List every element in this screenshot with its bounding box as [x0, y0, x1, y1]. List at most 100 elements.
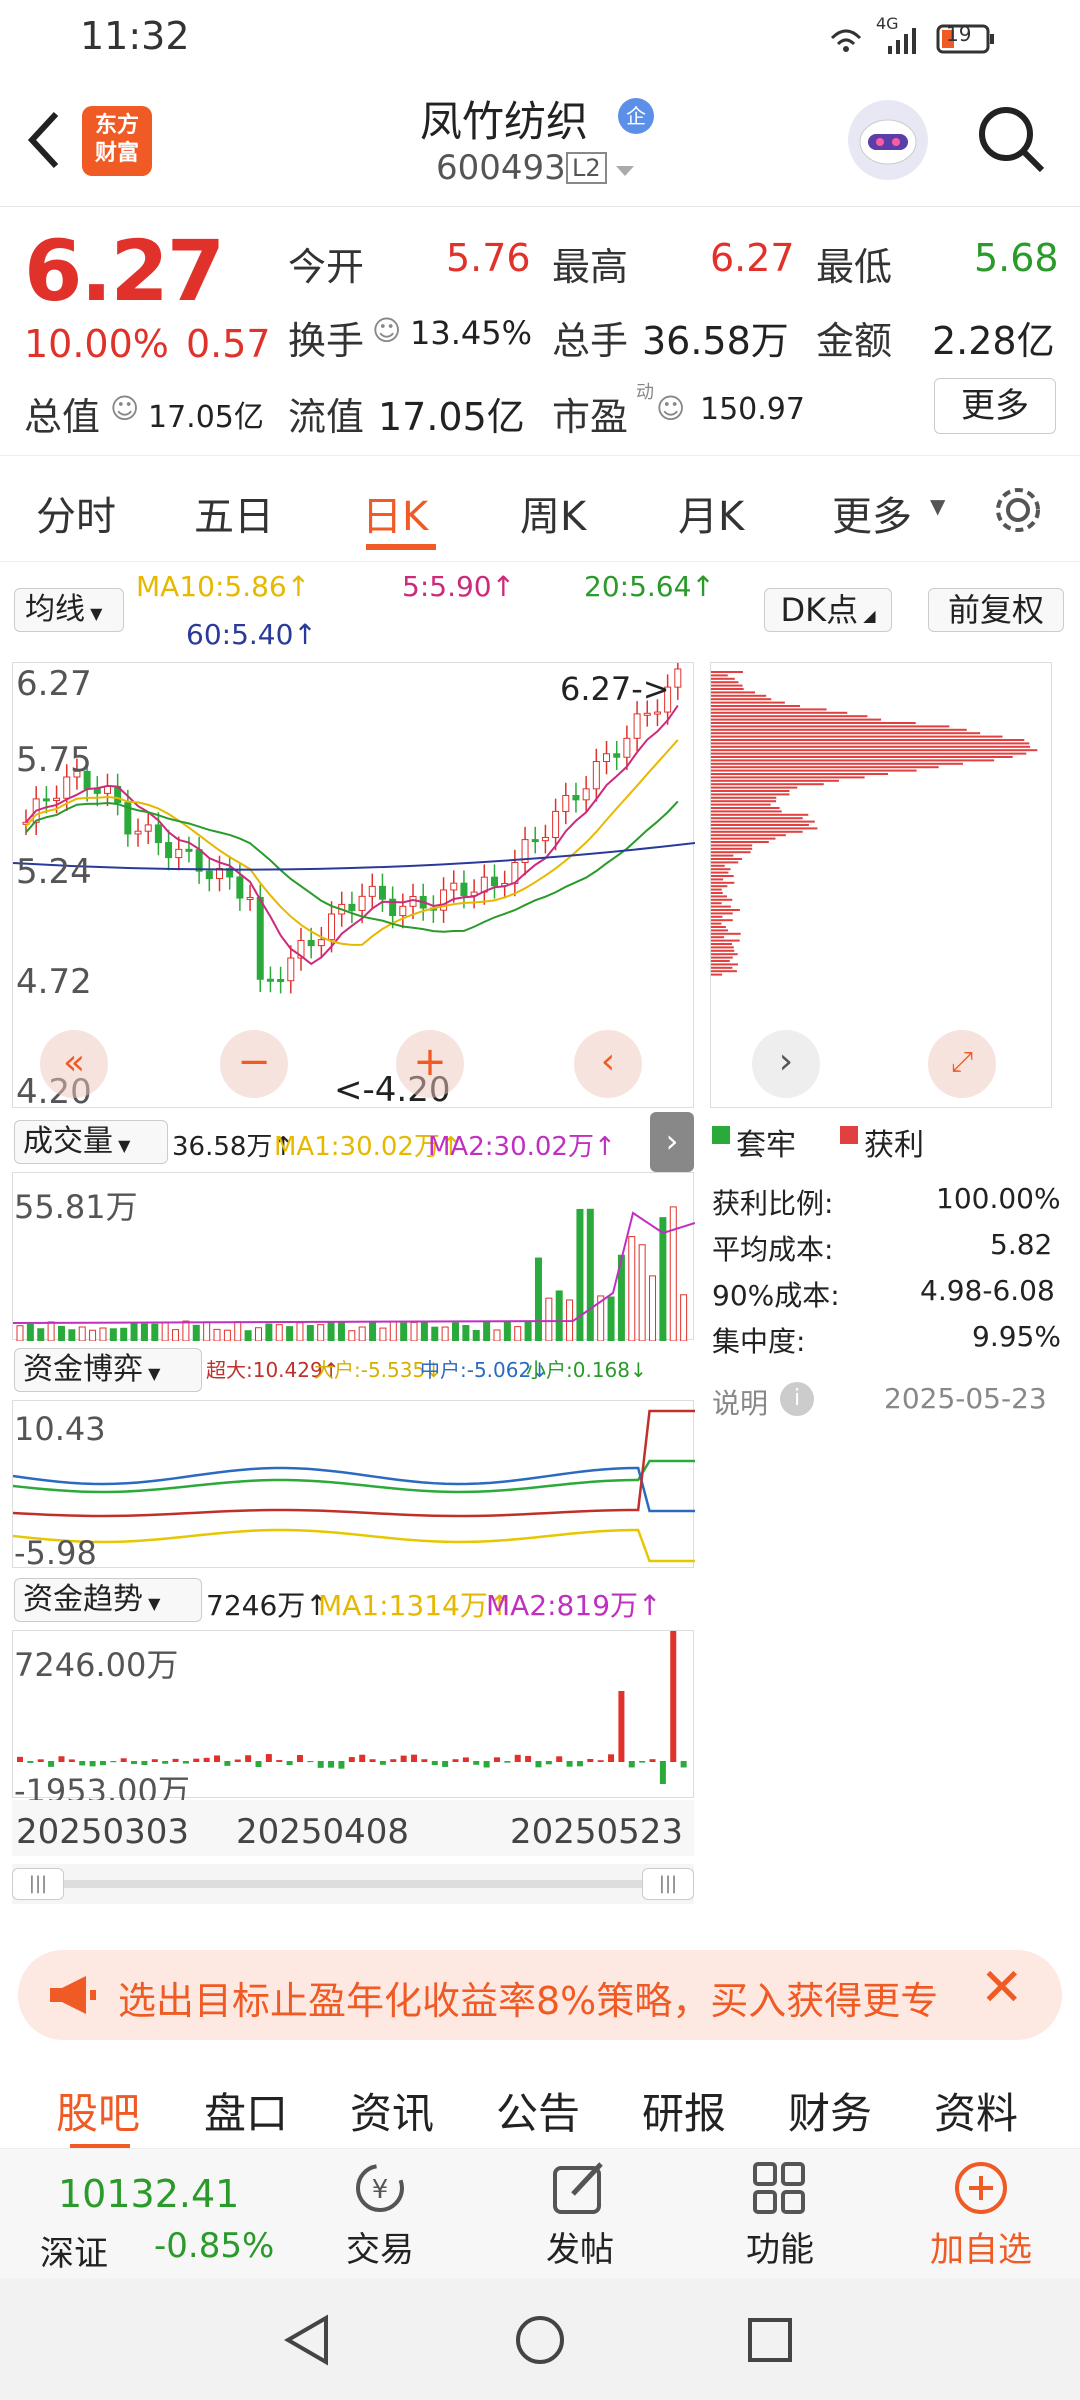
- scroll-left-fast-button[interactable]: «: [40, 1030, 108, 1098]
- volume-bar: [432, 1327, 438, 1341]
- tab-orderbook[interactable]: 盘口: [204, 2080, 288, 2141]
- candle-body: [267, 979, 273, 981]
- scroll-left-button[interactable]: ‹: [574, 1030, 642, 1098]
- volume-bar: [484, 1322, 490, 1341]
- trend-bar: [152, 1759, 158, 1762]
- trend-bar: [17, 1757, 23, 1762]
- tab-forum[interactable]: 股吧: [56, 2080, 140, 2141]
- volume-indicator-select[interactable]: 成交量 ▼: [14, 1120, 168, 1164]
- chip-bar: [711, 831, 803, 833]
- candle-body: [563, 796, 569, 812]
- volume-bar: [214, 1329, 220, 1341]
- chip-bar: [711, 678, 735, 680]
- tab-daily[interactable]: 日K: [362, 484, 428, 542]
- last-price: 6.27: [24, 222, 223, 320]
- gear-icon[interactable]: [990, 482, 1046, 538]
- candle-body: [604, 754, 610, 762]
- fund-game-select[interactable]: 资金博弈 ▼: [14, 1348, 202, 1392]
- amount-value: 2.28亿: [932, 310, 1055, 365]
- trend-bar: [535, 1761, 541, 1767]
- trend-bar: [463, 1757, 469, 1762]
- fullscreen-icon[interactable]: ⤢: [928, 1030, 996, 1098]
- tab-research[interactable]: 研报: [642, 2080, 726, 2141]
- back-icon[interactable]: [24, 108, 64, 172]
- chip-bar: [711, 974, 722, 976]
- volume-bar: [162, 1322, 168, 1341]
- info-icon[interactable]: i: [780, 1382, 814, 1416]
- tab-profile[interactable]: 资料: [934, 2080, 1018, 2141]
- volume-bar: [390, 1322, 396, 1341]
- tab-news[interactable]: 资讯: [350, 2080, 434, 2141]
- chip-bar: [711, 909, 740, 911]
- volume-bar: [328, 1322, 334, 1341]
- float-value: 17.05亿: [378, 386, 525, 441]
- nav-home-icon[interactable]: [512, 2312, 568, 2368]
- search-icon[interactable]: [976, 104, 1048, 176]
- post-nav[interactable]: 发帖: [530, 2158, 630, 2270]
- tab-weekly[interactable]: 周K: [520, 484, 586, 542]
- mktcap-value: 17.05亿: [148, 392, 264, 436]
- turnover-label: 换手: [288, 310, 364, 365]
- tab-intraday[interactable]: 分时: [36, 484, 116, 542]
- tab-finance[interactable]: 财务: [788, 2080, 872, 2141]
- dk-point-select[interactable]: DK点 ◢: [764, 588, 892, 632]
- volume-bar: [318, 1325, 324, 1341]
- fund-game-y-min: -5.98: [14, 1534, 97, 1572]
- trade-nav[interactable]: ¥ 交易: [330, 2158, 430, 2270]
- close-icon[interactable]: ✕: [980, 1958, 1024, 2018]
- candle-body: [104, 786, 110, 793]
- trend-bar: [131, 1761, 137, 1764]
- trend-bar: [38, 1759, 44, 1762]
- ma-select[interactable]: 均线 ▼: [14, 588, 124, 632]
- chip-bar: [711, 773, 888, 775]
- promo-banner[interactable]: 选出目标止盈年化收益率8%策略，买入获得更专 ✕: [18, 1950, 1062, 2040]
- index-ticker[interactable]: 10132.41 深证 -0.85%: [24, 2160, 294, 2270]
- tab-monthly[interactable]: 月K: [678, 484, 744, 542]
- range-scrollbar[interactable]: ||| |||: [12, 1864, 694, 1904]
- note-link[interactable]: 说明: [712, 1382, 768, 1422]
- assistant-avatar[interactable]: [848, 100, 928, 180]
- volume-bar: [48, 1322, 54, 1341]
- index-pct: -0.85%: [154, 2226, 274, 2266]
- trend-bar: [266, 1754, 272, 1762]
- candle-body: [614, 754, 620, 757]
- function-nav[interactable]: 功能: [730, 2158, 830, 2270]
- fund-trend-select[interactable]: 资金趋势 ▼: [14, 1578, 202, 1622]
- info-icon[interactable]: ☺: [656, 392, 685, 425]
- trend-bar: [328, 1761, 334, 1768]
- more-button[interactable]: 更多: [934, 378, 1056, 434]
- date-label-end: 20250523: [510, 1812, 683, 1852]
- zoom-in-button[interactable]: +: [396, 1030, 464, 1098]
- chevron-down-icon[interactable]: [614, 164, 636, 178]
- tab-5day[interactable]: 五日: [194, 484, 274, 542]
- avg-cost-value: 5.82: [990, 1228, 1052, 1261]
- trend-bar: [618, 1691, 624, 1762]
- status-time: 11:32: [80, 14, 190, 58]
- range-handle-left[interactable]: |||: [12, 1868, 64, 1900]
- profit-ratio-value: 100.00%: [936, 1182, 1061, 1215]
- add-watchlist-nav[interactable]: 加自选: [916, 2158, 1046, 2270]
- nav-recents-icon[interactable]: [742, 2312, 798, 2368]
- volume-bar: [224, 1330, 230, 1341]
- profit-legend-swatch: [840, 1126, 858, 1144]
- scroll-right-button[interactable]: ›: [752, 1030, 820, 1098]
- trend-bar: [58, 1756, 64, 1762]
- volume-bar: [473, 1330, 479, 1341]
- candle-body: [542, 837, 548, 840]
- chip-bar: [711, 708, 827, 710]
- add-circle-icon: [946, 2158, 1016, 2218]
- tab-announcements[interactable]: 公告: [496, 2080, 580, 2141]
- chip-bar: [711, 906, 731, 908]
- volume-bar: [359, 1327, 365, 1341]
- zoom-out-button[interactable]: −: [220, 1030, 288, 1098]
- expand-panel-button[interactable]: ›: [650, 1112, 694, 1172]
- chip-bar: [711, 783, 824, 785]
- adjust-mode-select[interactable]: 前复权: [928, 588, 1064, 632]
- fund-trend-ma1: MA1:1314万↑: [318, 1584, 511, 1624]
- nav-back-icon[interactable]: [280, 2312, 336, 2368]
- volume-bar: [121, 1328, 127, 1341]
- info-icon[interactable]: ☺: [110, 392, 139, 425]
- range-handle-right[interactable]: |||: [642, 1868, 694, 1900]
- tab-more[interactable]: 更多: [832, 484, 912, 542]
- info-icon[interactable]: ☺: [372, 314, 401, 347]
